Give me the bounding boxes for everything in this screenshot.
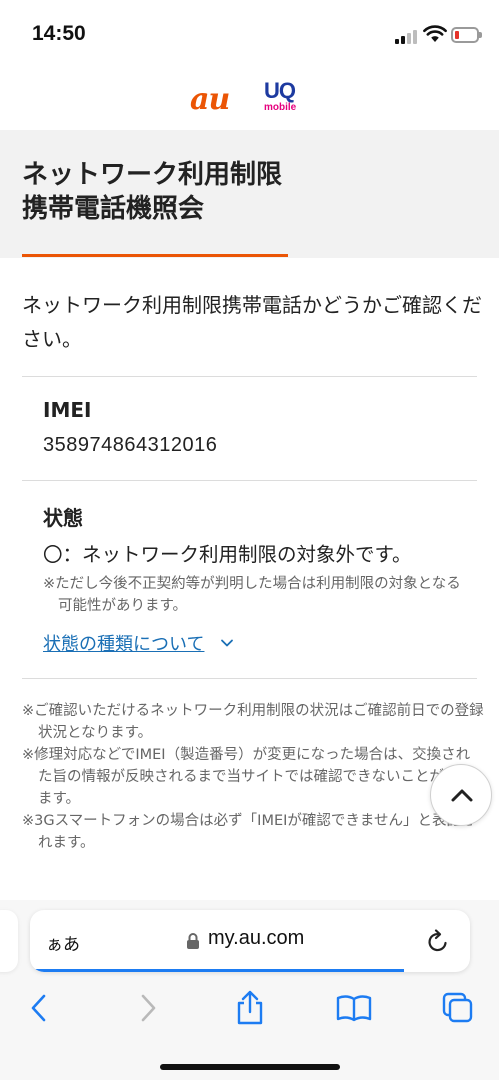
uq-mobile-logo[interactable]: UQ mobile [264,80,304,122]
uq-logo-sub: mobile [264,102,297,113]
title-band: ネットワーク利用制限 携帯電話機照会 [0,130,499,258]
au-logo[interactable]: au [190,82,230,117]
reload-icon[interactable] [426,928,450,954]
state-label: 状態 [43,506,83,530]
title-accent-bar [22,254,288,257]
previous-tab-preview[interactable] [0,910,18,972]
status-bar: 14:50 [0,0,499,72]
page-title-line1: ネットワーク利用制限 [22,160,283,190]
notes: ※ご確認いただけるネットワーク利用制限の状況はご確認前日での登録状況となります。… [22,700,484,854]
chevron-down-icon[interactable] [220,636,234,650]
wifi-icon [423,25,447,42]
state-note: ※ただし今後不正契約等が判明した場合は利用制限の対象となる可能性があります。 [43,576,461,614]
signal-icon [395,28,419,44]
scroll-top-button[interactable] [430,764,492,826]
url-text[interactable]: my.au.com [208,927,304,950]
address-bar[interactable]: ぁあ my.au.com [30,910,470,972]
page-title-line2: 携帯電話機照会 [22,194,205,224]
divider [22,376,477,377]
intro-text: ネットワーク利用制限携帯電話かどうかご確認ください。 [22,293,482,351]
divider [22,480,477,481]
imei-value: 358974864312016 [43,434,218,456]
chevron-up-icon [451,789,473,802]
brand-header: au UQ mobile [0,76,499,130]
note-item: ※ご確認いただけるネットワーク利用制限の状況はご確認前日での登録状況となります。 [22,703,484,741]
home-indicator [160,1064,340,1070]
note-item: ※3Gスマートフォンの場合は必ず「IMEIが確認できません」と表記されます。 [22,813,476,851]
back-icon[interactable] [20,988,60,1028]
uq-logo-text: UQ [264,78,296,103]
divider [22,678,477,679]
imei-label: IMEI [43,398,92,422]
bookmarks-icon[interactable] [334,988,374,1028]
forward-icon[interactable] [128,988,168,1028]
reader-button[interactable]: ぁあ [46,930,80,955]
browser-toolbar [0,988,499,1038]
share-icon[interactable] [230,988,270,1028]
state-text: 〇：ネットワーク利用制限の対象外です。 [43,543,412,566]
status-time: 14:50 [32,22,86,45]
state-types-link[interactable]: 状態の種類について [43,630,204,656]
load-progress-bar [30,969,404,972]
page-title: ネットワーク利用制限 携帯電話機照会 [22,158,282,226]
tabs-icon[interactable] [438,988,478,1028]
battery-icon [451,27,482,43]
lock-icon [187,933,199,949]
browser-bottom-bar: ぁあ my.au.com [0,900,499,1080]
note-item: ※修理対応などでIMEI（製造番号）が変更になった場合は、交換された旨の情報が反… [22,747,473,807]
